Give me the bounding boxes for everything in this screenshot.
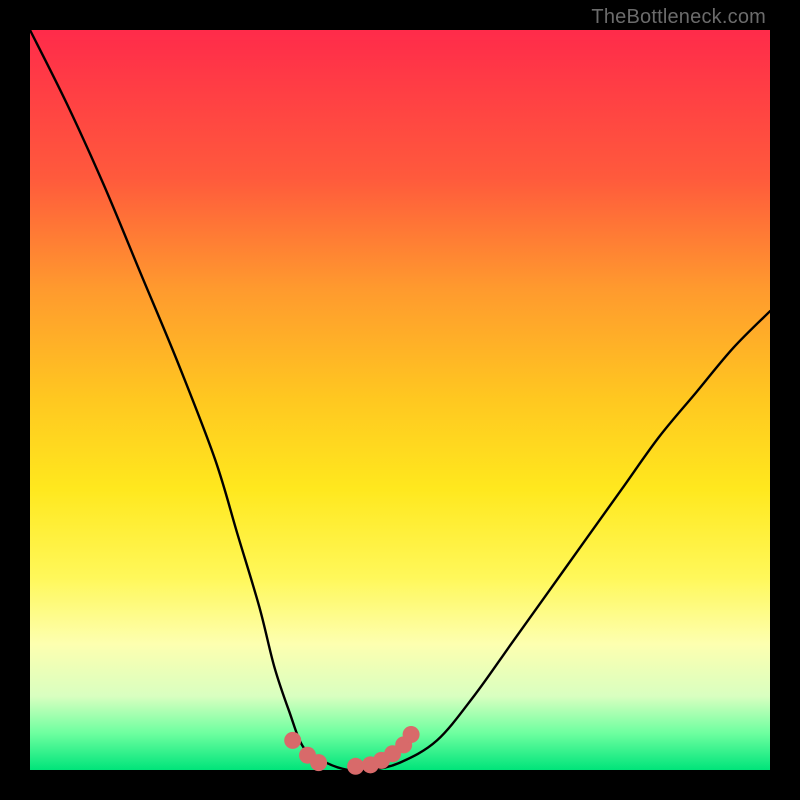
highlight-dot (347, 758, 364, 775)
highlight-dot (403, 726, 420, 743)
bottleneck-curve-line (30, 30, 770, 771)
chart-frame: TheBottleneck.com (0, 0, 800, 800)
highlight-dot (284, 732, 301, 749)
curve-svg (0, 0, 800, 800)
highlight-dot (310, 754, 327, 771)
minimum-region-dots (284, 726, 419, 775)
